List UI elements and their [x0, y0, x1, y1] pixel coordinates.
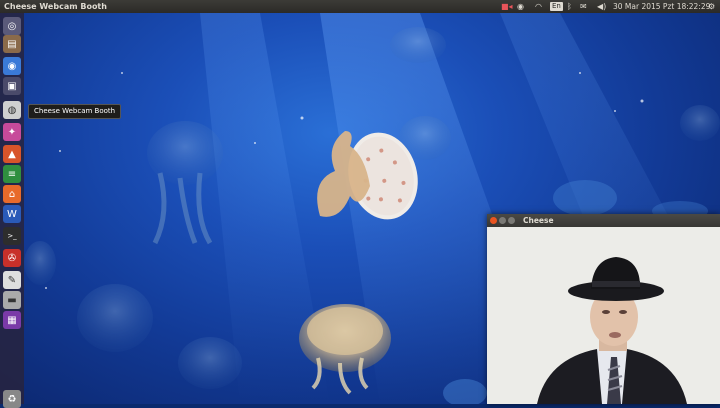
launcher-item-shotwell[interactable]: ▣ — [3, 77, 21, 95]
launcher-item-text-editor[interactable]: ✎ — [3, 271, 21, 289]
word-icon: W — [7, 208, 17, 220]
terminal-icon: >_ — [7, 232, 17, 240]
launcher-item-system-settings[interactable]: ≡ — [3, 165, 21, 183]
launcher-item-software-center[interactable]: ▲ — [3, 145, 21, 163]
webcam-person-image — [487, 227, 720, 404]
cheese-window[interactable]: Cheese — [487, 214, 720, 404]
ubuntu-logo-icon: ◎ — [7, 20, 17, 32]
gear-icon[interactable]: ⚙ — [708, 0, 715, 13]
speaker-icon[interactable]: ◀) — [597, 0, 606, 13]
minimize-button[interactable] — [499, 217, 506, 224]
maximize-button[interactable] — [508, 217, 515, 224]
top-panel: Cheese Webcam Booth ■◂ ◉ ◠ En ᛒ ✉ ◀) 30 … — [0, 0, 720, 13]
launcher: ◎ ▤ ◉ ▣ ◍ ✦ ▲ ≡ ⌂ W >_ ✇ ✎ ▬ ▦ ♻ — [0, 13, 24, 408]
bluetooth-icon[interactable]: ᛒ — [567, 0, 572, 13]
drive-icon: ▬ — [7, 294, 17, 306]
bag-icon: ⌂ — [8, 188, 16, 200]
camera-icon[interactable]: ■◂ — [501, 0, 513, 13]
launcher-item-empathy[interactable]: ✦ — [3, 123, 21, 141]
launcher-item-dash-home[interactable]: ◎ — [3, 17, 21, 35]
chrome-icon[interactable]: ◉ — [517, 0, 524, 13]
launcher-item-terminal[interactable]: >_ — [3, 227, 21, 245]
envelope-icon[interactable]: ✉ — [580, 0, 587, 13]
launcher-item-word[interactable]: W — [3, 205, 21, 223]
window-title: Cheese — [523, 216, 554, 225]
folder-icon: ▤ — [7, 38, 17, 50]
launcher-item-remote[interactable]: ✇ — [3, 249, 21, 267]
chat-icon: ✦ — [7, 126, 17, 138]
sliders-icon: ≡ — [7, 168, 17, 180]
photo-icon: ▣ — [7, 80, 17, 92]
app-title: Cheese Webcam Booth — [4, 2, 107, 11]
launcher-item-files[interactable]: ▤ — [3, 35, 21, 53]
close-button[interactable] — [490, 217, 497, 224]
window-titlebar[interactable]: Cheese — [487, 214, 720, 227]
launcher-tooltip: Cheese Webcam Booth — [28, 104, 122, 119]
chrome-icon: ◉ — [7, 60, 17, 72]
launcher-item-cheese[interactable]: ◍ — [3, 101, 21, 119]
clock[interactable]: 30 Mar 2015 Pzt 18:22:29 — [613, 0, 710, 13]
workspace-icon: ▦ — [7, 314, 17, 326]
launcher-item-trash[interactable]: ♻ — [3, 390, 21, 408]
remote-icon: ✇ — [7, 252, 17, 264]
webcam-preview — [487, 227, 720, 404]
trash-icon: ♻ — [7, 393, 17, 405]
wifi-icon[interactable]: ◠ — [535, 0, 542, 13]
keyboard-layout-indicator[interactable]: En — [550, 2, 563, 11]
launcher-item-ubuntu-store[interactable]: ⌂ — [3, 185, 21, 203]
launcher-item-chromium[interactable]: ◉ — [3, 57, 21, 75]
shopping-bag-icon: ▲ — [8, 148, 16, 160]
webcam-icon: ◍ — [7, 104, 17, 116]
launcher-item-drive[interactable]: ▬ — [3, 291, 21, 309]
pencil-icon: ✎ — [7, 274, 17, 286]
launcher-item-workspaces[interactable]: ▦ — [3, 311, 21, 329]
